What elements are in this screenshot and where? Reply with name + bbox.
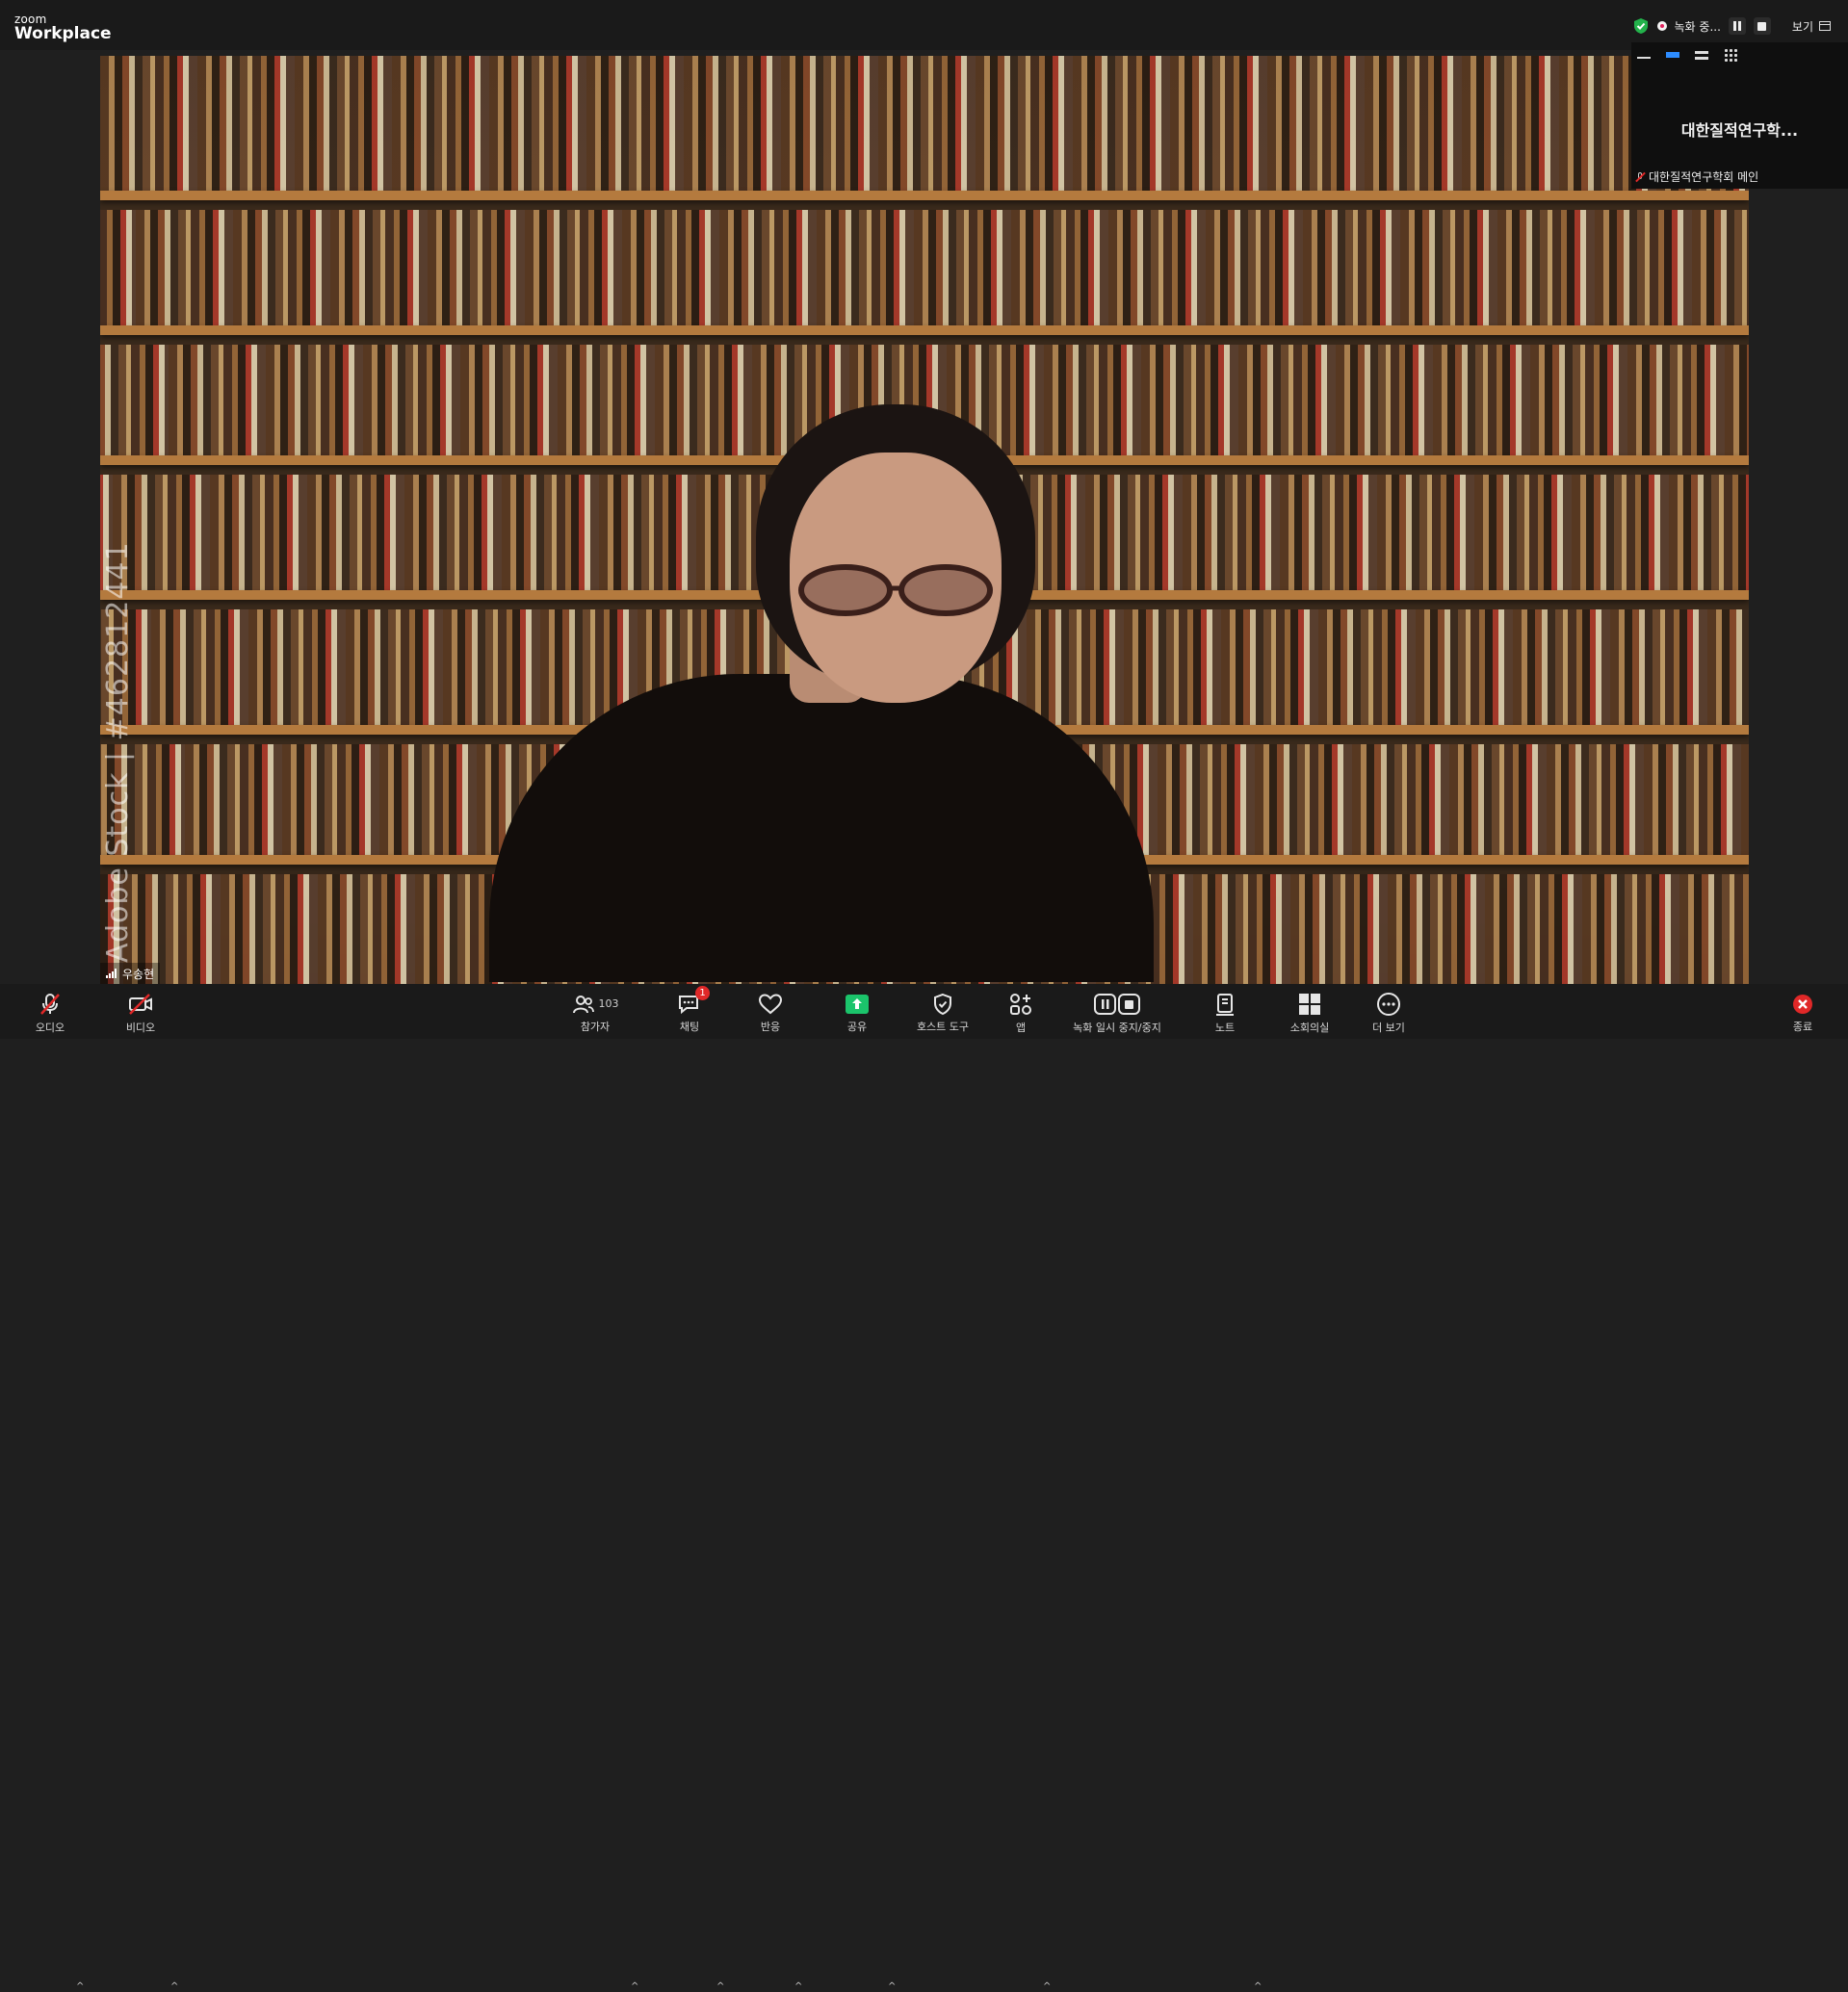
mic-off-icon (38, 992, 63, 1017)
stock-watermark: Adobe Stock | #462812441 (101, 541, 135, 963)
top-bar: zoom Workplace 녹화 중... 보기 (0, 0, 1848, 50)
shelf-board (100, 325, 1749, 335)
bookshelf-row (100, 210, 1749, 325)
chat-unread-badge: 1 (695, 986, 710, 1000)
pause-recording-button[interactable] (1728, 17, 1746, 35)
stop-recording-button[interactable] (1753, 17, 1771, 35)
participants-count: 103 (598, 997, 619, 1010)
apps-options-caret[interactable]: ^ (1043, 1981, 1051, 1992)
audio-label: 오디오 (35, 1022, 65, 1034)
breakout-rooms-label: 소회의실 (1289, 1022, 1330, 1034)
pause-icon (1732, 21, 1741, 31)
end-meeting-button[interactable]: 종료 (1783, 992, 1822, 1034)
video-label: 비디오 (125, 1022, 156, 1034)
participant-name: 우송현 (122, 967, 155, 981)
chat-icon: 1 (677, 986, 710, 1016)
reactions-button[interactable]: 반응 (749, 992, 792, 1034)
notes-icon (1214, 992, 1236, 1017)
reactions-options-caret[interactable]: ^ (794, 1981, 802, 1992)
chat-options-caret[interactable]: ^ (716, 1981, 724, 1992)
share-screen-icon (844, 992, 871, 1016)
end-label: 종료 (1792, 1021, 1813, 1033)
breakout-rooms-button[interactable]: 소회의실 (1283, 992, 1337, 1034)
participants-button[interactable]: 103 참가자 (564, 992, 626, 1034)
more-label: 더 보기 (1372, 1022, 1405, 1034)
apps-label: 앱 (1015, 1022, 1027, 1034)
shelf-board (100, 191, 1749, 200)
view-button[interactable]: 보기 (1792, 18, 1831, 35)
apps-button[interactable]: 앱 (1000, 992, 1042, 1034)
mic-muted-icon (1635, 171, 1645, 183)
video-options-caret[interactable]: ^ (170, 1981, 178, 1992)
pause-stop-recording-icon (1093, 992, 1141, 1017)
participants-icon: 103 (572, 992, 619, 1016)
chat-button[interactable]: 1 채팅 (668, 986, 711, 1034)
close-icon (1791, 992, 1814, 1016)
thumbnail-video-panel[interactable]: 대한질적연구학... 대한질적연구학회 메인 (1631, 42, 1848, 189)
zoom-workplace-logo: zoom Workplace (14, 13, 112, 42)
minimize-icon[interactable] (1637, 51, 1651, 59)
top-right-controls: 녹화 중... 보기 (1632, 15, 1831, 37)
audio-options-caret[interactable]: ^ (76, 1981, 84, 1992)
share-label: 공유 (846, 1021, 868, 1033)
signal-strength-icon (106, 969, 117, 978)
video-button[interactable]: 비디오 (119, 992, 162, 1034)
participants-label: 참가자 (580, 1021, 611, 1033)
gallery-view-icon[interactable] (1724, 48, 1737, 62)
more-button[interactable]: 더 보기 (1367, 992, 1410, 1034)
breakout-rooms-icon (1297, 992, 1322, 1017)
apps-icon (1008, 992, 1033, 1017)
heart-icon (758, 992, 783, 1016)
brand-line2: Workplace (14, 24, 112, 43)
audio-button[interactable]: 오디오 (29, 992, 71, 1034)
glasses-icon (798, 564, 993, 616)
host-shield-icon (931, 992, 954, 1016)
view-label: 보기 (1791, 19, 1813, 34)
more-ellipsis-icon (1376, 992, 1401, 1017)
notes-options-caret[interactable]: ^ (1254, 1981, 1262, 1992)
participants-options-caret[interactable]: ^ (631, 1981, 638, 1992)
chat-label: 채팅 (679, 1021, 700, 1033)
recording-controls-label: 녹화 일시 중지/중지 (1073, 1022, 1161, 1034)
strip-view-icon[interactable] (1695, 50, 1708, 60)
share-options-caret[interactable]: ^ (888, 1981, 896, 1992)
encryption-shield-icon[interactable] (1632, 17, 1650, 35)
recording-status: 녹화 중... (1674, 19, 1721, 34)
video-off-icon (127, 992, 154, 1017)
participant-name-tag: 우송현 (100, 963, 161, 984)
thumbnail-tag-name: 대한질적연구학회 메인 (1649, 170, 1759, 184)
reactions-label: 반응 (760, 1021, 781, 1033)
stop-icon (1757, 21, 1767, 31)
bookshelf-row (100, 56, 1749, 191)
host-tools-label: 호스트 도구 (916, 1021, 970, 1033)
speaker-view-icon[interactable] (1666, 52, 1679, 58)
notes-label: 노트 (1214, 1022, 1236, 1034)
share-button[interactable]: 공유 (836, 992, 878, 1034)
thumbnail-display-name: 대한질적연구학... (1680, 121, 1799, 140)
meeting-toolbar: 오디오 ^ 비디오 ^ 103 참가자 ^ 1 채팅 ^ 반응 ^ 공유 ^ 호… (0, 984, 1848, 1992)
recording-controls-button[interactable]: 녹화 일시 중지/중지 (1063, 992, 1171, 1034)
recording-indicator-icon (1656, 21, 1667, 31)
view-layout-icon (1819, 21, 1831, 31)
thumbnail-toolbar (1637, 48, 1737, 62)
notes-button[interactable]: 노트 (1204, 992, 1246, 1034)
host-tools-button[interactable]: 호스트 도구 (909, 992, 976, 1034)
thumbnail-name-tag: 대한질적연구학회 메인 (1635, 168, 1758, 185)
